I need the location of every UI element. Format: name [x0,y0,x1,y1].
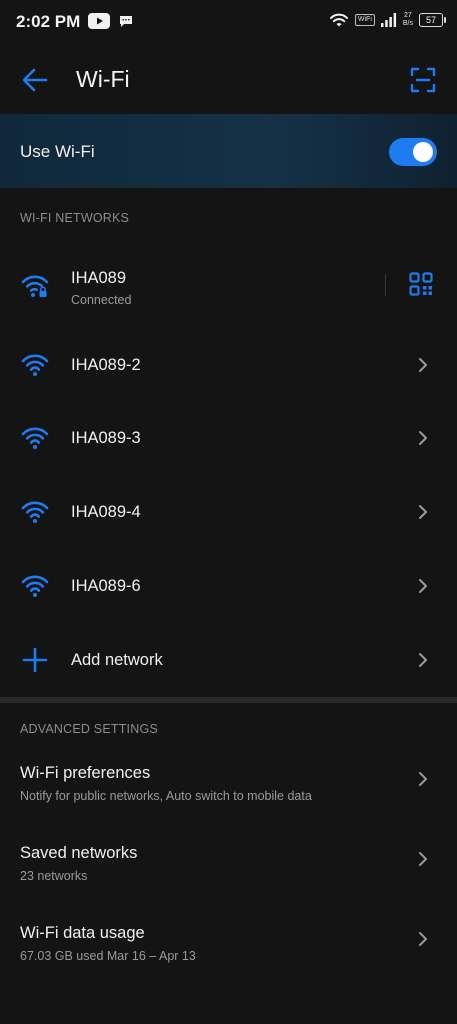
use-wifi-row[interactable]: Use Wi-Fi [0,114,457,188]
network-item[interactable]: IHA089-6 [0,550,457,624]
row-title: Wi-Fi data usage [20,924,145,942]
chevron-right-icon [419,772,427,786]
network-status: Connected [71,293,132,307]
saved-networks-row[interactable]: Saved networks 23 networks [0,844,457,922]
divider [385,274,386,296]
network-item-connected[interactable]: IHA089 Connected [0,250,457,324]
network-speed: 27 B/s [403,12,413,28]
network-name: IHA089-6 [71,577,141,595]
network-speed-value: 27 [404,12,412,19]
row-title: Saved networks [20,844,138,862]
chevron-right-icon [419,579,427,593]
status-time: 2:02 PM [16,12,81,31]
wifi-signal-icon [329,13,348,27]
chevron-right-icon [419,932,427,946]
network-name: IHA089-4 [71,503,141,521]
wifi-locked-icon [21,275,49,297]
row-title: Wi-Fi preferences [20,764,151,782]
add-network-row[interactable]: Add network [0,624,457,698]
section-divider [0,697,457,703]
chevron-right-icon [419,505,427,519]
network-item[interactable]: IHA089-2 [0,329,457,403]
row-subtitle: Notify for public networks, Auto switch … [20,789,312,803]
wifi-calling-badge: WiFi [354,14,375,26]
share-qr-button[interactable] [409,272,433,296]
back-button[interactable] [18,64,52,96]
wifi-icon [21,501,49,523]
row-subtitle: 67.03 GB used Mar 16 – Apr 13 [20,949,196,963]
wifi-networks-header: WI-FI NETWORKS [20,211,130,225]
wifi-icon [21,354,49,376]
switch-knob [413,142,433,162]
page-title: Wi-Fi [76,66,130,92]
cell-signal-icon [380,13,396,27]
chevron-right-icon [419,852,427,866]
network-name: IHA089-2 [71,356,141,374]
app-bar: Wi-Fi [0,50,457,110]
chevron-right-icon [419,358,427,372]
use-wifi-switch[interactable] [389,138,437,166]
arrow-left-icon [22,68,48,92]
plus-icon [22,648,48,672]
message-icon [120,16,132,27]
scan-icon [410,67,436,93]
network-name: IHA089-3 [71,429,141,447]
advanced-settings-header: ADVANCED SETTINGS [20,722,158,736]
youtube-icon [88,13,110,29]
wifi-preferences-row[interactable]: Wi-Fi preferences Notify for public netw… [0,764,457,842]
network-name: IHA089 [71,269,127,287]
battery-icon: 57 [419,13,446,27]
row-subtitle: 23 networks [20,869,88,883]
wifi-icon [21,575,49,597]
status-indicators: WiFi 27 B/s 57 [329,12,446,28]
status-bar: 2:02 PM WiFi 27 B/s 57 [0,0,457,46]
scan-qr-button[interactable] [409,66,437,94]
chevron-right-icon [419,431,427,445]
notification-icons [88,13,133,29]
wifi-icon [21,427,49,449]
use-wifi-label: Use Wi-Fi [20,142,95,161]
add-network-label: Add network [71,651,163,669]
network-item[interactable]: IHA089-3 [0,402,457,476]
chevron-right-icon [419,653,427,667]
network-speed-unit: B/s [402,20,413,27]
qr-code-icon [409,272,433,296]
wifi-data-usage-row[interactable]: Wi-Fi data usage 67.03 GB used Mar 16 – … [0,924,457,1002]
battery-level: 57 [425,15,436,25]
network-item[interactable]: IHA089-4 [0,476,457,550]
